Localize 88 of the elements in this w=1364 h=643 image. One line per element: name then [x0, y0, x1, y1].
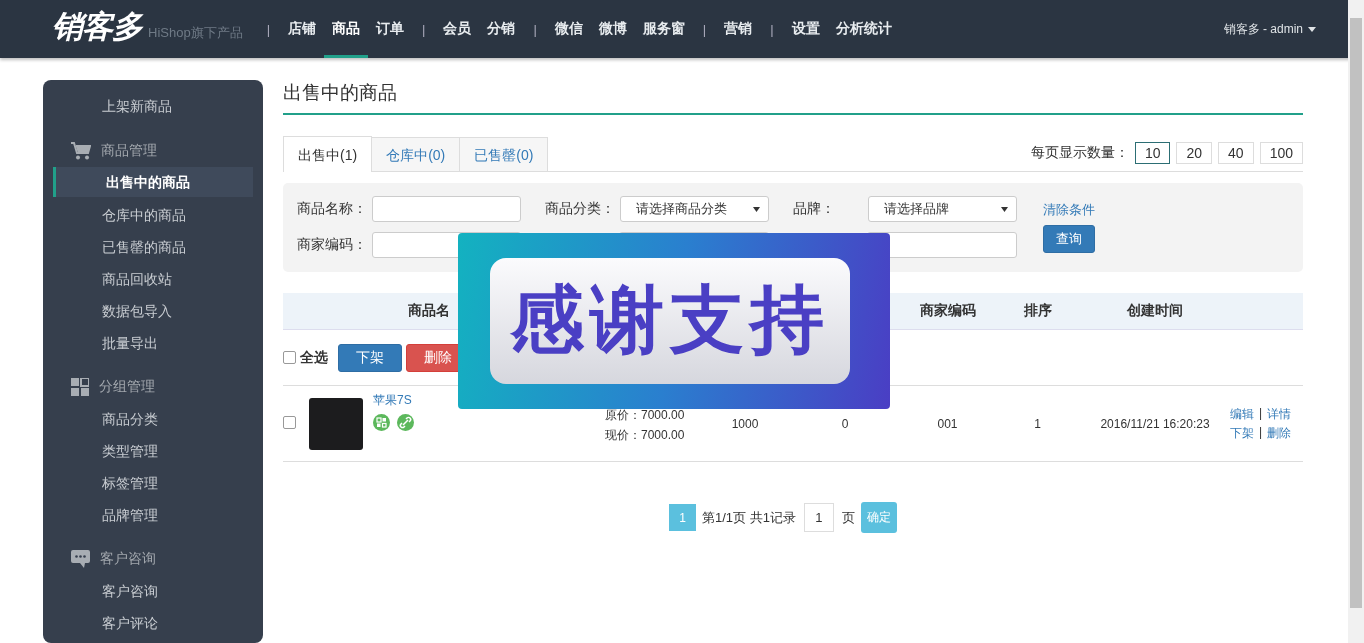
checkbox[interactable] [283, 351, 296, 364]
sidebar-item[interactable]: 客户咨询 [53, 575, 253, 607]
nav-separator: | [769, 21, 775, 37]
sidebar-group-title: 客户咨询 [100, 550, 156, 568]
table-cell: 001 [937, 416, 958, 431]
action-separator: | [1259, 405, 1263, 422]
grid-icon [71, 378, 89, 396]
action-link[interactable]: 删除 [1267, 424, 1292, 442]
field-label: 商品分类： [545, 200, 616, 218]
price-text: 现价：7000.00 [605, 427, 686, 444]
nav-link[interactable]: 微信 [546, 0, 591, 58]
action-separator: | [1259, 424, 1263, 441]
table-cell: 1 [1034, 416, 1041, 431]
price-text: 原价：7000.00 [605, 407, 686, 424]
action-link[interactable]: 下架 [1230, 424, 1254, 442]
action-link[interactable]: 编辑 [1230, 405, 1254, 423]
field-label: 商家编码： [297, 236, 368, 254]
nav-link[interactable]: 服务窗 [634, 0, 693, 58]
select-field[interactable]: 请选择商品分类 [619, 196, 769, 222]
tab[interactable]: 仓库中(0) [371, 137, 461, 171]
page-input[interactable]: 1 [803, 503, 834, 532]
tagline: HiShop旗下产品 [148, 24, 243, 42]
column-header: 排序 [1023, 302, 1052, 318]
banner-text: 感谢支持 [490, 258, 850, 384]
nav-link[interactable]: 订单 [368, 0, 413, 58]
select-field[interactable]: 请选择品牌 [867, 196, 1017, 222]
product-name-link[interactable]: 苹果7S [373, 392, 414, 409]
search-button[interactable]: 查询 [1043, 225, 1095, 253]
nav-separator: | [532, 21, 538, 37]
page-size-button[interactable]: 20 [1176, 142, 1213, 164]
checkbox[interactable] [283, 415, 296, 429]
sidebar-item[interactable]: 已售罄的商品 [53, 231, 253, 263]
table-cell: 2016/11/21 16:20:23 [1100, 416, 1210, 431]
column-header: 商家编码 [919, 302, 976, 318]
nav-separator: | [421, 21, 427, 37]
page-size-button[interactable]: 100 [1259, 142, 1303, 164]
caret-icon [1001, 206, 1008, 212]
sidebar-item[interactable]: 出售中的商品 [53, 167, 253, 197]
sidebar-item[interactable]: 数据包导入 [53, 295, 253, 327]
nav-link[interactable]: 商品 [324, 0, 369, 58]
action-link[interactable]: 详情 [1267, 405, 1292, 423]
sidebar-item[interactable]: 仓库中的商品 [53, 199, 253, 231]
user-menu[interactable]: 销客多 - admin [1223, 20, 1316, 38]
sidebar-item[interactable]: 批量导出 [53, 327, 253, 359]
sidebar-item[interactable]: 客户评论 [53, 607, 253, 639]
tab[interactable]: 已售罄(0) [459, 137, 549, 171]
nav-link[interactable]: 微博 [590, 0, 635, 58]
chat-icon [71, 550, 90, 568]
logo: 销客多 [52, 8, 142, 46]
sidebar-item[interactable]: 标签管理 [53, 467, 253, 499]
page-size-button[interactable]: 10 [1134, 142, 1171, 164]
nav-link[interactable]: 店铺 [280, 0, 325, 58]
sidebar-group-title: 分组管理 [99, 378, 155, 396]
caret-icon [1308, 26, 1316, 32]
qr-code-icon[interactable] [373, 414, 390, 431]
page-summary: 第1/1页 共1记录 [702, 508, 796, 527]
unlist-button[interactable]: 下架 [338, 343, 402, 372]
link-icon[interactable] [397, 414, 414, 431]
sidebar-link[interactable]: 上架新商品 [53, 90, 253, 122]
nav-link[interactable]: 设置 [783, 0, 828, 58]
select-all-label: 全选 [300, 348, 328, 367]
nav-link[interactable]: 营销 [716, 0, 761, 58]
sidebar-item[interactable]: 商品分类 [53, 403, 253, 435]
cart-icon [71, 142, 91, 160]
product-photo-placeholder [309, 397, 363, 450]
table-cell: 0 [841, 416, 849, 431]
nav-link[interactable]: 会员 [435, 0, 480, 58]
field-label: 商品名称： [297, 200, 368, 218]
table-cell: 1000 [731, 416, 759, 431]
sidebar-item[interactable]: 品牌管理 [53, 499, 253, 531]
sidebar-group-title: 商品管理 [101, 142, 157, 160]
clear-filters-link[interactable]: 清除条件 [1043, 201, 1095, 219]
column-header: 商品名 [408, 302, 450, 318]
scrollbar-thumb[interactable] [1350, 18, 1362, 608]
caret-icon [753, 206, 760, 212]
page-size-label: 每页显示数量： [1030, 144, 1129, 162]
sidebar-item[interactable]: 商品回收站 [53, 263, 253, 295]
field-label: 品牌： [793, 200, 836, 218]
column-header: 创建时间 [1127, 302, 1183, 318]
sidebar-item[interactable]: 类型管理 [53, 435, 253, 467]
tab[interactable]: 出售中(1) [283, 136, 373, 172]
nav-separator: | [701, 21, 708, 37]
page-size-button[interactable]: 40 [1218, 142, 1254, 164]
nav-link[interactable]: 分析统计 [827, 0, 900, 58]
nav-link[interactable]: 分销 [479, 0, 524, 58]
page-title: 出售中的商品 [283, 80, 1303, 115]
nav-separator: | [265, 21, 272, 37]
page-unit-label: 页 [841, 508, 855, 527]
